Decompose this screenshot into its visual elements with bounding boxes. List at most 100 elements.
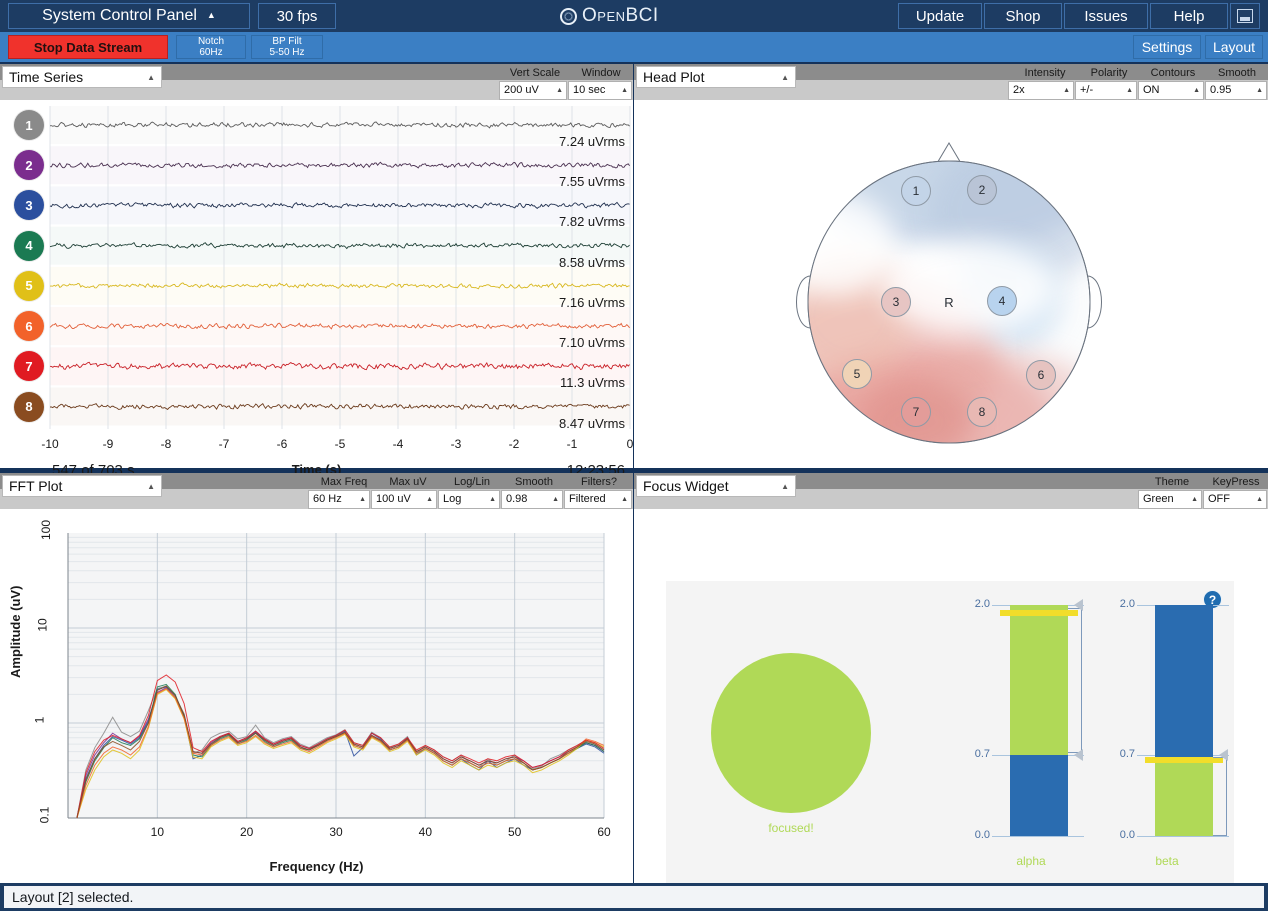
time-series-vert-scale-label: Vert Scale bbox=[501, 67, 569, 80]
head-plot-electrode-5[interactable]: 5 bbox=[842, 359, 872, 389]
band-meter-alpha[interactable]: 2.00.70.0alpha bbox=[966, 581, 1096, 881]
chevron-up-icon: ▲ bbox=[489, 496, 496, 503]
head-plot-intensity-dropdown[interactable]: 2x▲ bbox=[1008, 81, 1074, 100]
band-meter-beta[interactable]: 2.00.70.0beta bbox=[1111, 581, 1223, 881]
secondary-toolbar: Stop Data Stream Notch 60Hz BP Filt 5-50… bbox=[0, 32, 1268, 62]
head-plot-smooth-dropdown[interactable]: 0.95▲ bbox=[1205, 81, 1267, 100]
focus-widget-keypress-label: KeyPress bbox=[1204, 476, 1268, 489]
shop-button[interactable]: Shop bbox=[984, 3, 1062, 29]
top-navigation-bar: System Control Panel ▲ 30 fps OpenBCI Up… bbox=[0, 0, 1268, 32]
channel-badge-2[interactable]: 2 bbox=[14, 150, 44, 180]
fft-x-tick: 10 bbox=[151, 825, 164, 839]
fft-plot-max-uv-dropdown[interactable]: 100 uV▲ bbox=[371, 490, 437, 509]
system-control-panel-button[interactable]: System Control Panel ▲ bbox=[8, 3, 250, 29]
fft-plot-chart[interactable]: Amplitude (uV) 0.1110100 102030405060 Fr… bbox=[0, 513, 633, 883]
stop-data-stream-label: Stop Data Stream bbox=[34, 40, 142, 55]
focus-widget-title: Focus Widget bbox=[643, 478, 729, 494]
time-series-plot[interactable]: 17.24 uVrms27.55 uVrms37.82 uVrms48.58 u… bbox=[0, 104, 633, 434]
help-button[interactable]: Help bbox=[1150, 3, 1228, 29]
fft-plot-header: FFT Plot ▲ Max FreqMax uVLog/LinSmoothFi… bbox=[0, 473, 633, 501]
fft-plot-max-freq-dropdown[interactable]: 60 Hz▲ bbox=[308, 490, 370, 509]
fft-spectra-lines bbox=[0, 513, 633, 883]
channel-badge-5[interactable]: 5 bbox=[14, 271, 44, 301]
head-plot-widget-selector[interactable]: Head Plot ▲ bbox=[636, 66, 796, 88]
chevron-up-icon: ▲ bbox=[147, 482, 155, 491]
channel-rms-6: 7.10 uVrms bbox=[559, 335, 625, 350]
layout-button[interactable]: Layout bbox=[1205, 35, 1263, 59]
notch-filter-button[interactable]: Notch 60Hz bbox=[176, 35, 246, 59]
head-plot-electrode-3[interactable]: 3 bbox=[881, 287, 911, 317]
openbci-logo: OpenBCI bbox=[560, 5, 659, 27]
meter-bar-lower-alpha bbox=[1010, 755, 1068, 836]
head-plot-electrode-8[interactable]: 8 bbox=[967, 397, 997, 427]
fft-plot-max-freq-label: Max Freq bbox=[313, 476, 375, 489]
fft-x-tick: 30 bbox=[329, 825, 342, 839]
meter-tick-label-alpha-1: 0.7 bbox=[966, 748, 990, 760]
focus-widget-control-labels: ThemeKeyPress bbox=[1140, 473, 1268, 489]
window-mode-button[interactable] bbox=[1230, 3, 1260, 29]
chevron-up-icon: ▲ bbox=[207, 10, 216, 20]
head-plot-electrode-4[interactable]: 4 bbox=[987, 286, 1017, 316]
time-series-window-dropdown[interactable]: 10 sec▲ bbox=[568, 81, 632, 100]
time-series-header: Time Series ▲ Vert ScaleWindow 200 uV▲10… bbox=[0, 64, 633, 92]
meter-threshold-handle-alpha-1[interactable] bbox=[1074, 749, 1083, 761]
stop-data-stream-button[interactable]: Stop Data Stream bbox=[8, 35, 168, 59]
channel-badge-6[interactable]: 6 bbox=[14, 311, 44, 341]
focus-status-label: focused! bbox=[731, 821, 851, 835]
meter-threshold-handle-alpha-0[interactable] bbox=[1074, 599, 1083, 611]
head-plot-contours-dropdown[interactable]: ON▲ bbox=[1138, 81, 1204, 100]
head-plot-polarity-dropdown[interactable]: +/-▲ bbox=[1075, 81, 1137, 100]
head-plot-reference-label: R bbox=[944, 295, 953, 310]
bandpass-filter-button[interactable]: BP Filt 5-50 Hz bbox=[251, 35, 323, 59]
chevron-up-icon: ▲ bbox=[552, 496, 559, 503]
head-topography-map: R bbox=[634, 104, 1268, 468]
meter-bar-upper-beta bbox=[1155, 605, 1213, 760]
fft-plot-log-lin-dropdown[interactable]: Log▲ bbox=[438, 490, 500, 509]
meter-tick-label-alpha-0: 2.0 bbox=[966, 598, 990, 610]
channel-badge-8[interactable]: 8 bbox=[14, 392, 44, 422]
chevron-up-icon: ▲ bbox=[556, 87, 563, 94]
time-series-x-tick: -1 bbox=[567, 437, 578, 451]
dropdown-value: 10 sec bbox=[573, 84, 605, 96]
dropdown-value: ON bbox=[1143, 84, 1160, 96]
fft-plot-widget-selector[interactable]: FFT Plot ▲ bbox=[2, 475, 162, 497]
time-series-x-axis: -10-9-8-7-6-5-4-3-2-10 bbox=[50, 437, 630, 455]
focus-widget-header: Focus Widget ▲ ThemeKeyPress Green▲OFF▲ bbox=[634, 473, 1268, 501]
dropdown-value: Green bbox=[1143, 493, 1174, 505]
head-plot-canvas[interactable]: R 1 2 3 4 5 6 7 8 bbox=[634, 104, 1268, 468]
settings-button[interactable]: Settings bbox=[1133, 35, 1201, 59]
time-series-widget-selector[interactable]: Time Series ▲ bbox=[2, 66, 162, 88]
fft-plot-filters--dropdown[interactable]: Filtered▲ bbox=[564, 490, 632, 509]
meter-tick-line bbox=[992, 836, 1084, 837]
dropdown-value: 200 uV bbox=[504, 84, 539, 96]
notch-filter-title: Notch bbox=[198, 36, 224, 47]
fft-plot-panel: FFT Plot ▲ Max FreqMax uVLog/LinSmoothFi… bbox=[0, 473, 633, 883]
head-plot-electrode-7[interactable]: 7 bbox=[901, 397, 931, 427]
dropdown-value: 2x bbox=[1013, 84, 1025, 96]
dropdown-value: OFF bbox=[1208, 493, 1230, 505]
focus-widget-keypress-dropdown[interactable]: OFF▲ bbox=[1203, 490, 1267, 509]
meter-name-alpha: alpha bbox=[966, 854, 1096, 868]
fft-plot-smooth-dropdown[interactable]: 0.98▲ bbox=[501, 490, 563, 509]
meter-tick-label-beta-0: 2.0 bbox=[1111, 598, 1135, 610]
head-plot-title: Head Plot bbox=[643, 69, 704, 85]
chevron-up-icon: ▲ bbox=[781, 482, 789, 491]
focus-widget-theme-dropdown[interactable]: Green▲ bbox=[1138, 490, 1202, 509]
time-series-x-tick: 0 bbox=[627, 437, 634, 451]
fft-plot-max-uv-label: Max uV bbox=[375, 476, 441, 489]
time-series-x-tick: -10 bbox=[41, 437, 58, 451]
update-button[interactable]: Update bbox=[898, 3, 982, 29]
channel-badge-4[interactable]: 4 bbox=[14, 231, 44, 261]
head-plot-electrode-1[interactable]: 1 bbox=[901, 176, 931, 206]
head-plot-electrode-6[interactable]: 6 bbox=[1026, 360, 1056, 390]
issues-button[interactable]: Issues bbox=[1064, 3, 1148, 29]
issues-label: Issues bbox=[1084, 8, 1127, 25]
time-series-vert-scale-dropdown[interactable]: 200 uV ▲ bbox=[499, 81, 567, 100]
meter-threshold-handle-beta-0[interactable] bbox=[1219, 749, 1228, 761]
focus-widget-selector[interactable]: Focus Widget ▲ bbox=[636, 475, 796, 497]
head-plot-electrode-2[interactable]: 2 bbox=[967, 175, 997, 205]
channel-rms-2: 7.55 uVrms bbox=[559, 174, 625, 189]
focus-widget-theme-label: Theme bbox=[1140, 476, 1204, 489]
channel-badge-1[interactable]: 1 bbox=[14, 110, 44, 140]
time-series-x-tick: -6 bbox=[277, 437, 288, 451]
